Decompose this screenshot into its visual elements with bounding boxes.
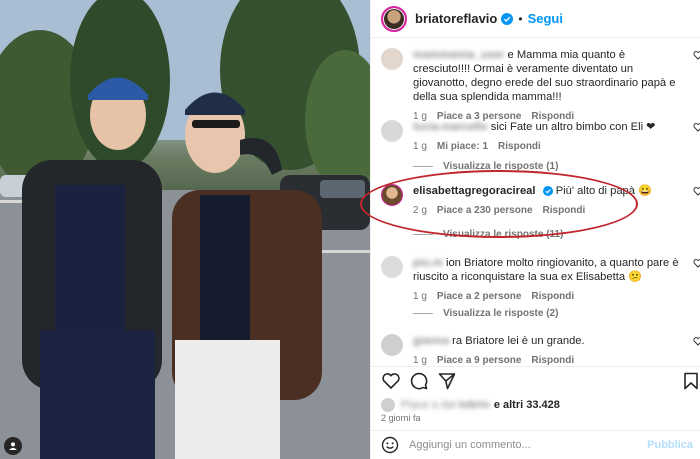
heart-icon[interactable] (693, 336, 700, 346)
heart-icon[interactable] (693, 50, 700, 60)
comment-text: sici Fate un altro bimbo con Eli ❤ (490, 121, 656, 133)
avatar[interactable] (381, 5, 407, 32)
highlight-annotation (360, 170, 638, 238)
avatar[interactable] (381, 120, 403, 142)
likes-user[interactable]: tobrio (459, 399, 490, 411)
comment-username[interactable]: mammamia_user (413, 49, 504, 61)
post-date: 2 giorni fa (381, 413, 421, 423)
comment-age: 1 g (413, 141, 427, 152)
comment-text: ra Briatore lei è un grande. (452, 335, 585, 347)
post-actions (371, 366, 700, 396)
header-separator: • (518, 11, 523, 26)
heart-icon[interactable] (381, 371, 401, 391)
bookmark-icon[interactable] (681, 371, 700, 391)
share-icon[interactable] (437, 371, 457, 391)
emoji-icon[interactable] (381, 436, 399, 454)
user-tag-icon[interactable] (4, 437, 22, 455)
comment-likes[interactable]: Mi piace: 1 (437, 140, 488, 154)
comment-text: ion Briatore molto ringiovanito, a quant… (413, 257, 679, 283)
comment-composer: Pubblica (371, 430, 700, 459)
reply-button[interactable]: Rispondi (531, 354, 574, 366)
follow-button[interactable]: Segui (528, 11, 563, 26)
header-username[interactable]: briatoreflavio (415, 11, 497, 26)
post-photo[interactable] (0, 0, 370, 459)
view-replies-label: Visualizza le risposte (2) (443, 308, 559, 319)
likes-summary[interactable]: Piace a dar tobrio e altri 33.428 (381, 398, 560, 412)
comment-username[interactable]: gianna (413, 335, 449, 347)
verified-icon (501, 12, 514, 25)
comment-username[interactable]: pio.m (413, 257, 443, 269)
comment-icon[interactable] (409, 371, 429, 391)
post-header: briatoreflavio • Segui (371, 0, 700, 38)
comment-input[interactable] (409, 439, 639, 451)
likes-prefix: Piace a dar (401, 399, 457, 411)
comment-likes[interactable]: Piace a 9 persone (437, 354, 522, 366)
likes-count[interactable]: e altri 33.428 (494, 399, 560, 411)
reply-button[interactable]: Rispondi (531, 290, 574, 304)
photo-scene (0, 0, 370, 459)
comment-likes[interactable]: Piace a 2 persone (437, 290, 522, 304)
heart-icon[interactable] (693, 122, 700, 132)
view-replies-button[interactable]: Visualizza le risposte (2) (413, 308, 558, 319)
heart-icon[interactable] (693, 258, 700, 268)
avatar[interactable] (381, 256, 403, 278)
reply-button[interactable]: Rispondi (498, 140, 541, 154)
comment-age: 1 g (413, 355, 427, 366)
avatar[interactable] (381, 48, 403, 70)
comment-username[interactable]: lucia.marcello (413, 121, 488, 133)
comment-age: 1 g (413, 291, 427, 302)
avatar[interactable] (381, 334, 403, 356)
publish-button[interactable]: Pubblica (647, 439, 693, 451)
heart-icon[interactable] (693, 186, 700, 196)
avatar (381, 398, 395, 412)
